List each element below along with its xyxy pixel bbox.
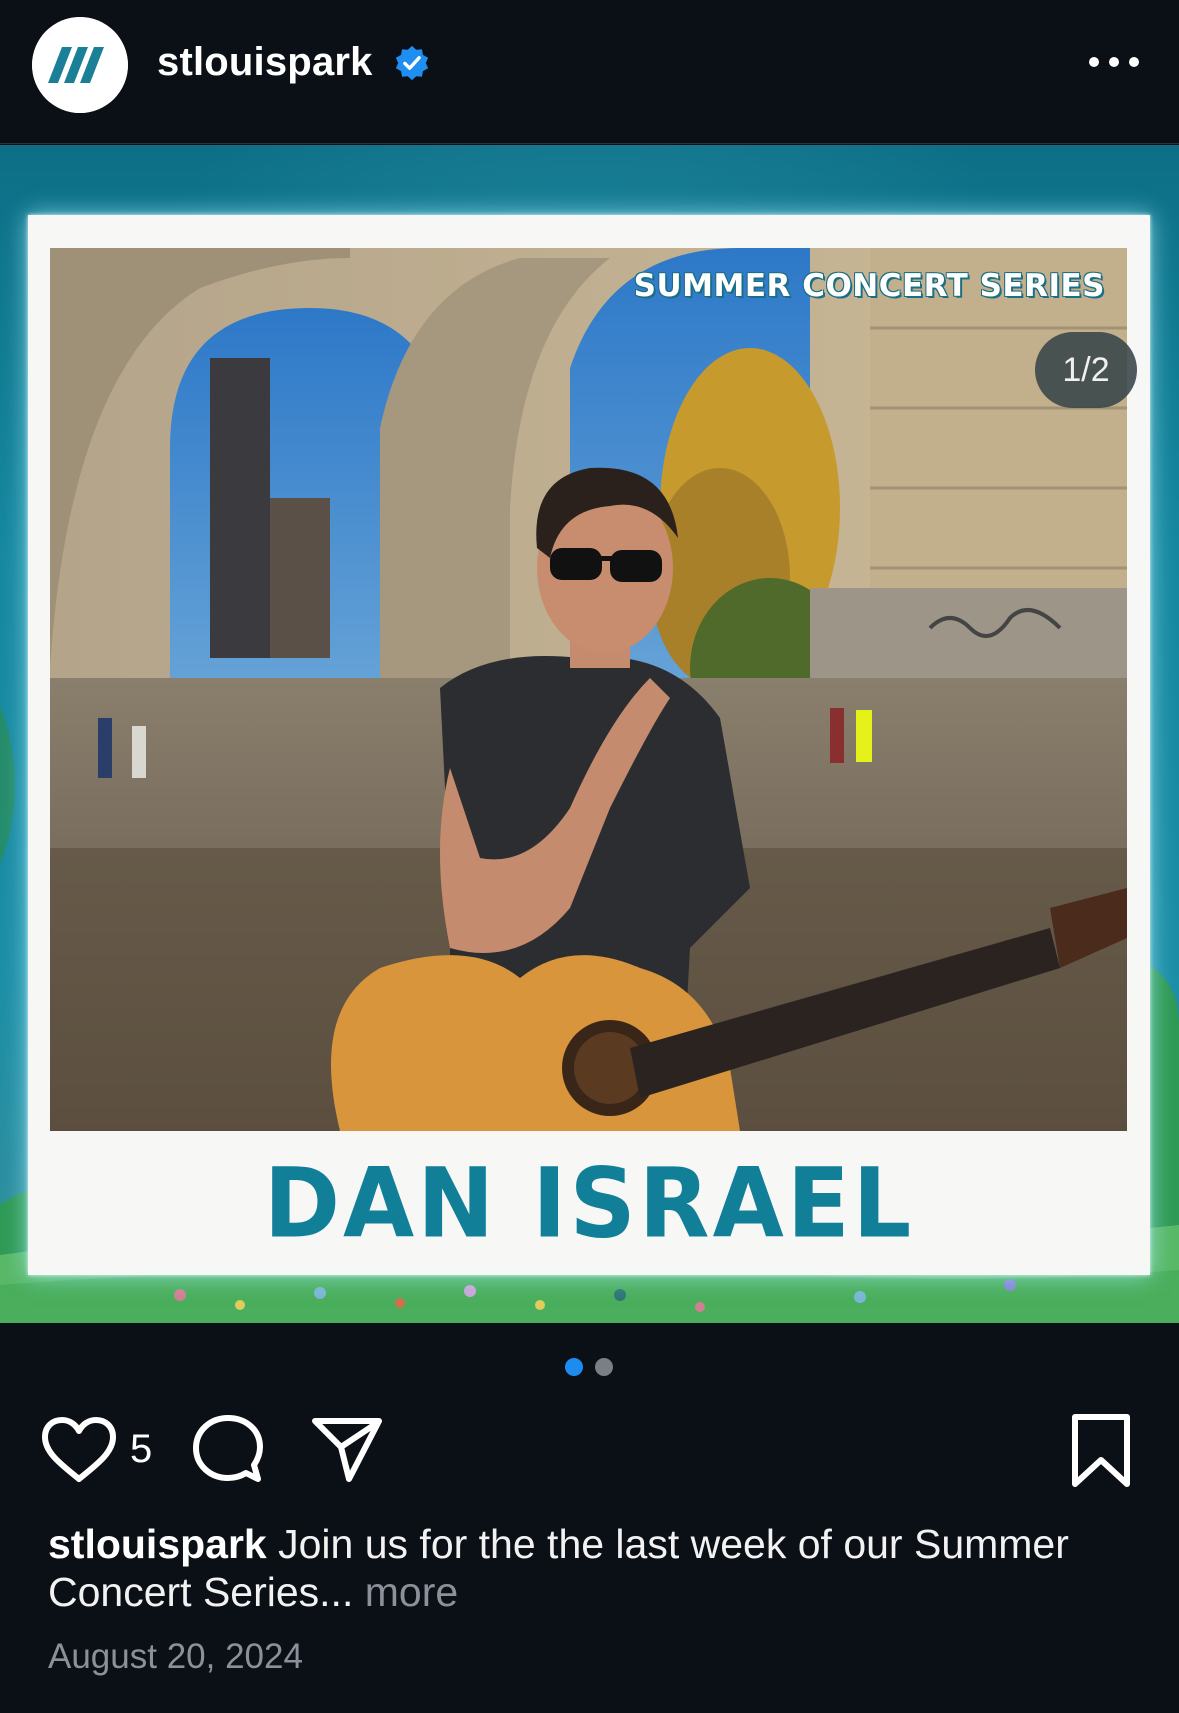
like-count[interactable]: 5: [130, 1427, 152, 1472]
stlouispark-logo-icon: [32, 17, 128, 113]
caption-username[interactable]: stlouispark: [48, 1521, 267, 1567]
image-counter: 1/2: [1035, 332, 1137, 408]
comment-button[interactable]: [192, 1413, 264, 1485]
artist-photo: SUMMER CONCERT SERIES: [50, 248, 1127, 1131]
post-header: stlouispark: [0, 0, 1179, 144]
save-button[interactable]: [1070, 1412, 1132, 1490]
carousel-dot: [595, 1358, 613, 1376]
carousel-dot-active: [565, 1358, 583, 1376]
bookmark-icon: [1072, 1414, 1130, 1487]
send-icon: [312, 1418, 382, 1482]
more-options-button[interactable]: [1086, 44, 1142, 80]
avatar[interactable]: [32, 17, 128, 113]
verified-badge-icon: [393, 44, 431, 82]
comment-icon: [193, 1415, 263, 1482]
like-button[interactable]: [40, 1415, 118, 1485]
concert-poster: SUMMER CONCERT SERIES DAN ISRAEL: [28, 215, 1150, 1275]
post-media[interactable]: SUMMER CONCERT SERIES DAN ISRAEL 1/2: [0, 145, 1179, 1323]
more-horizontal-icon: [1089, 57, 1139, 67]
heart-icon: [42, 1417, 116, 1482]
caption-more-link[interactable]: more: [353, 1569, 458, 1615]
post-date: August 20, 2024: [48, 1637, 303, 1676]
artist-name: DAN ISRAEL: [263, 1147, 915, 1260]
share-button[interactable]: [311, 1415, 383, 1485]
series-label: SUMMER CONCERT SERIES: [633, 268, 1105, 304]
post-username[interactable]: stlouispark: [157, 40, 373, 85]
post-caption: stlouispark Join us for the the last wee…: [48, 1520, 1148, 1616]
